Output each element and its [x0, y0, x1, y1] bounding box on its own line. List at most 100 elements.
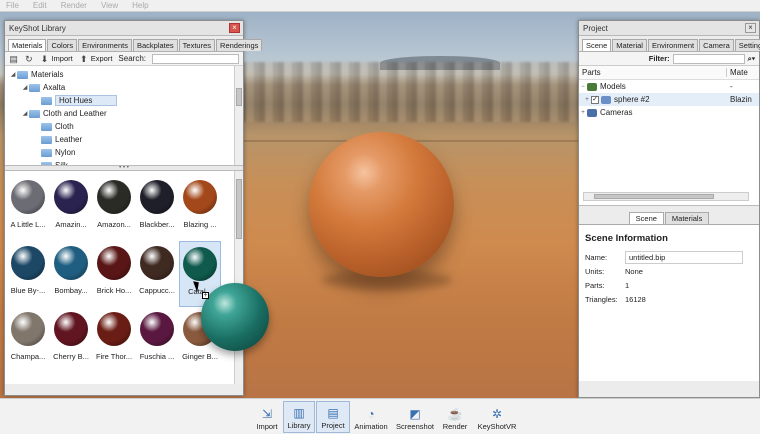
material-thumbnail[interactable]: Blazing ...: [179, 175, 221, 241]
subtab-materials[interactable]: Materials: [664, 212, 710, 224]
tree-item[interactable]: ◢ Materials: [5, 68, 243, 81]
units-value: None: [625, 266, 643, 276]
tab-camera[interactable]: Camera: [699, 39, 734, 51]
column-parts[interactable]: Parts: [579, 68, 727, 77]
tree-item[interactable]: Nylon: [5, 146, 243, 159]
ribbon-project-button[interactable]: ▤ Project: [316, 401, 350, 433]
import-button[interactable]: ⬇ Import: [39, 54, 73, 64]
export-button[interactable]: ⬆ Export: [79, 54, 112, 64]
expand-triangle-icon[interactable]: ◢: [21, 110, 29, 117]
menu-file[interactable]: File: [6, 1, 19, 10]
tree-item-label: Nylon: [55, 148, 76, 157]
hscroll-thumb[interactable]: [594, 194, 714, 199]
material-name: Bombay...: [54, 286, 88, 295]
material-sphere-preview: [183, 247, 217, 281]
tree-item[interactable]: ◢ Axalta: [5, 81, 243, 94]
material-thumbnail[interactable]: Cherry B...: [50, 307, 92, 373]
close-icon[interactable]: ×: [745, 23, 756, 33]
library-title-bar[interactable]: KeyShot Library ×: [5, 21, 243, 36]
tree-item-label: Leather: [55, 135, 83, 144]
material-thumbnail[interactable]: A Little L...: [7, 175, 49, 241]
folder-icon: [29, 83, 40, 92]
tab-materials[interactable]: Materials: [8, 39, 47, 51]
menu-render[interactable]: Render: [61, 1, 87, 10]
expand-triangle-icon[interactable]: ◢: [9, 71, 17, 78]
filter-bar: Filter: ⌕▾: [579, 51, 759, 66]
tree-scrollbar[interactable]: [234, 66, 243, 165]
material-thumbnail[interactable]: Fire Thor...: [93, 307, 135, 373]
visibility-checkbox[interactable]: ✓: [591, 95, 599, 104]
filter-label: Filter:: [648, 54, 670, 63]
ribbon-import-button[interactable]: ⇲ Import: [247, 401, 287, 433]
filter-input[interactable]: [672, 53, 745, 64]
tree-item[interactable]: Hot Hues: [5, 94, 243, 107]
ribbon-animation-button[interactable]: ◔ Animation: [350, 401, 392, 433]
material-thumbnail[interactable]: Amazin...: [50, 175, 92, 241]
tab-settings[interactable]: Settings: [734, 39, 760, 51]
material-thumbnail[interactable]: Blue By-...: [7, 241, 49, 307]
tree-item-label: Axalta: [43, 83, 66, 92]
tree-item[interactable]: Silk: [5, 159, 243, 166]
material-sphere-preview: [54, 246, 88, 280]
grid-scroll-thumb[interactable]: [236, 179, 242, 239]
menu-view[interactable]: View: [101, 1, 118, 10]
tree-item[interactable]: ◢ Cloth and Leather: [5, 107, 243, 120]
expand-icon[interactable]: +: [583, 97, 591, 103]
material-thumbnail[interactable]: Champa...: [7, 307, 49, 373]
close-icon[interactable]: ×: [229, 23, 240, 33]
ribbon-render-button[interactable]: ☕ Render: [437, 401, 473, 433]
tab-environment[interactable]: Environment: [647, 39, 699, 51]
refresh-icon[interactable]: ↻: [24, 54, 33, 64]
folder-icon: [41, 122, 52, 131]
folder-open-icon[interactable]: ▤: [9, 54, 18, 64]
tab-environments[interactable]: Environments: [78, 39, 132, 51]
expand-icon[interactable]: +: [579, 110, 587, 116]
tree-scroll-thumb[interactable]: [236, 88, 242, 106]
tab-material[interactable]: Material: [612, 39, 647, 51]
tree-row-models[interactable]: − Models -: [579, 80, 759, 93]
project-icon: ▤: [327, 406, 339, 420]
scene-name-field[interactable]: untitled.bip: [625, 250, 743, 264]
import-icon: ⇲: [261, 407, 273, 421]
material-thumbnail[interactable]: Bombay...: [50, 241, 92, 307]
tree-row-sphere[interactable]: + ✓ sphere #2 Blazin: [579, 93, 759, 106]
scene-tree-hscrollbar[interactable]: [583, 192, 749, 201]
column-material[interactable]: Mate: [727, 68, 748, 77]
ribbon-library-button[interactable]: ▥ Library: [283, 401, 315, 433]
tree-item[interactable]: Cloth: [5, 120, 243, 133]
subtab-scene[interactable]: Scene: [628, 212, 664, 224]
material-thumbnail[interactable]: Blackber...: [136, 175, 178, 241]
menu-help[interactable]: Help: [132, 1, 148, 10]
material-name: Ginger B...: [182, 352, 218, 361]
tree-row-cameras[interactable]: + Cameras: [579, 106, 759, 119]
tab-textures[interactable]: Textures: [178, 39, 216, 51]
scene-tree: Parts Mate − Models - + ✓ sphere #2 Blazin …: [579, 66, 759, 206]
material-folder-tree: ◢ Materials ◢ Axalta Hot Hues ◢ Cloth and Leat…: [5, 66, 243, 166]
ribbon-keyshotvr-button[interactable]: ✲ KeyShotVR: [474, 401, 520, 433]
material-name: Champa...: [10, 352, 46, 361]
grid-scrollbar[interactable]: [234, 171, 243, 384]
render-icon: ☕: [447, 407, 463, 421]
tree-item-label: Silk: [55, 161, 68, 166]
material-thumbnail[interactable]: Amazon...: [93, 175, 135, 241]
units-label: Units:: [585, 266, 605, 276]
tab-colors[interactable]: Colors: [47, 39, 78, 51]
tab-scene[interactable]: Scene: [582, 39, 612, 51]
project-title-bar[interactable]: Project ×: [579, 21, 759, 36]
material-name: Blazing ...: [183, 220, 217, 229]
tree-item[interactable]: Leather: [5, 133, 243, 146]
material-thumbnail[interactable]: Cappucc...: [136, 241, 178, 307]
search-icon[interactable]: ⌕▾: [748, 54, 755, 64]
orange-sphere-model[interactable]: [309, 132, 454, 277]
menu-edit[interactable]: Edit: [33, 1, 47, 10]
material-thumbnail[interactable]: Brick Ho...: [93, 241, 135, 307]
tab-renderings[interactable]: Renderings: [216, 39, 263, 51]
folder-icon: [41, 135, 52, 144]
collapse-icon[interactable]: −: [579, 84, 587, 90]
material-thumbnail[interactable]: Fuschia ...: [136, 307, 178, 373]
expand-triangle-icon[interactable]: ◢: [21, 84, 29, 91]
search-input[interactable]: [152, 53, 239, 64]
tab-backplates[interactable]: Backplates: [132, 39, 178, 51]
animation-icon: ◔: [367, 407, 375, 421]
ribbon-screenshot-button[interactable]: ◩ Screenshot: [393, 401, 437, 433]
